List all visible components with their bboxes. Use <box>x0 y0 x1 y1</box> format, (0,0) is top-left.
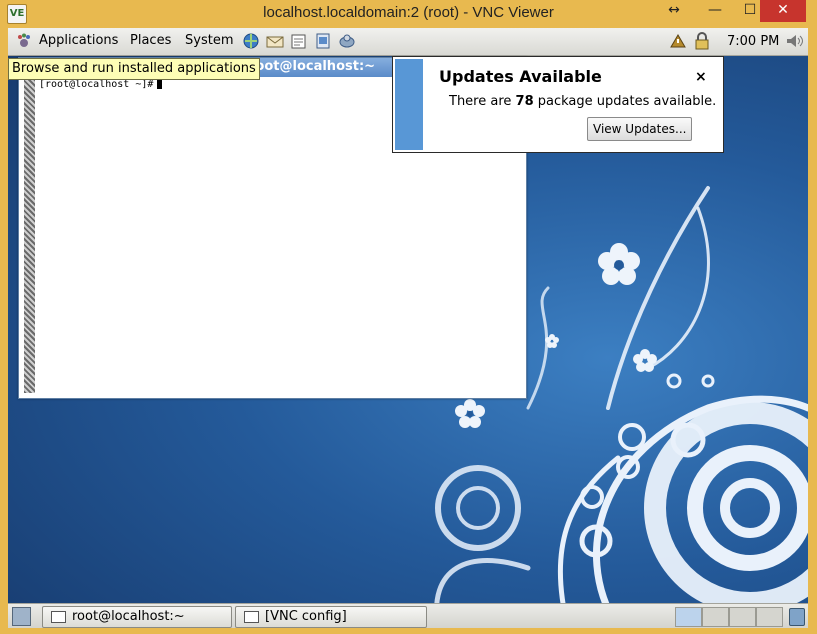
minimize-button[interactable]: — <box>695 0 735 22</box>
notification-body-suffix: package updates available. <box>533 94 717 109</box>
menu-places[interactable]: Places <box>130 33 171 48</box>
text-editor-icon[interactable] <box>289 32 309 50</box>
taskbar-item-label: root@localhost:~ <box>72 609 185 624</box>
volume-icon[interactable] <box>784 32 804 50</box>
close-icon[interactable]: × <box>695 69 707 85</box>
update-notifier-icon[interactable] <box>668 32 688 50</box>
remote-desktop: Applications Places System 7:00 PM root@… <box>8 28 808 628</box>
show-desktop-icon[interactable] <box>12 607 31 626</box>
tooltip: Browse and run installed applications <box>8 58 260 80</box>
update-count: 78 <box>515 94 534 109</box>
terminal-cursor <box>157 79 163 89</box>
notification-stripe <box>395 59 423 150</box>
bottom-panel: root@localhost:~ [VNC config] <box>8 603 808 628</box>
trash-icon[interactable] <box>789 608 805 626</box>
terminal-title: root@localhost:~ <box>249 59 376 74</box>
notification-body-prefix: There are <box>449 94 516 109</box>
vnc-titlebar: VE localhost.localdomain:2 (root) - VNC … <box>0 0 817 28</box>
top-panel: Applications Places System 7:00 PM <box>8 28 808 56</box>
taskbar-item-terminal[interactable]: root@localhost:~ <box>42 606 232 628</box>
view-updates-button[interactable]: View Updates... <box>587 117 693 141</box>
workspace-3[interactable] <box>729 607 756 627</box>
window-icon <box>244 611 259 623</box>
panel-clock[interactable]: 7:00 PM <box>727 34 779 49</box>
notification-title: Updates Available <box>439 67 602 86</box>
mail-icon[interactable] <box>265 32 285 50</box>
menu-system[interactable]: System <box>185 33 233 48</box>
resize-icon[interactable]: ↔ <box>654 0 694 22</box>
taskbar-item-vnc-config[interactable]: [VNC config] <box>235 606 427 628</box>
notes-icon[interactable] <box>313 32 333 50</box>
lock-icon[interactable] <box>692 32 712 50</box>
network-icon[interactable] <box>337 32 357 50</box>
workspace-1[interactable] <box>675 607 702 627</box>
update-notification: Updates Available × There are 78 package… <box>392 56 724 153</box>
terminal-icon <box>51 611 66 623</box>
workspace-2[interactable] <box>702 607 729 627</box>
terminal-prompt: [root@localhost ~]# <box>39 79 154 90</box>
menu-applications[interactable]: Applications <box>39 33 118 48</box>
terminal-scrollbar[interactable] <box>24 77 35 393</box>
workspace-4[interactable] <box>756 607 783 627</box>
gnome-foot-icon[interactable] <box>16 33 32 49</box>
notification-body: There are 78 package updates available. <box>449 94 716 109</box>
taskbar-item-label: [VNC config] <box>265 609 347 624</box>
web-browser-icon[interactable] <box>241 32 261 50</box>
close-button[interactable]: ✕ <box>760 0 806 22</box>
